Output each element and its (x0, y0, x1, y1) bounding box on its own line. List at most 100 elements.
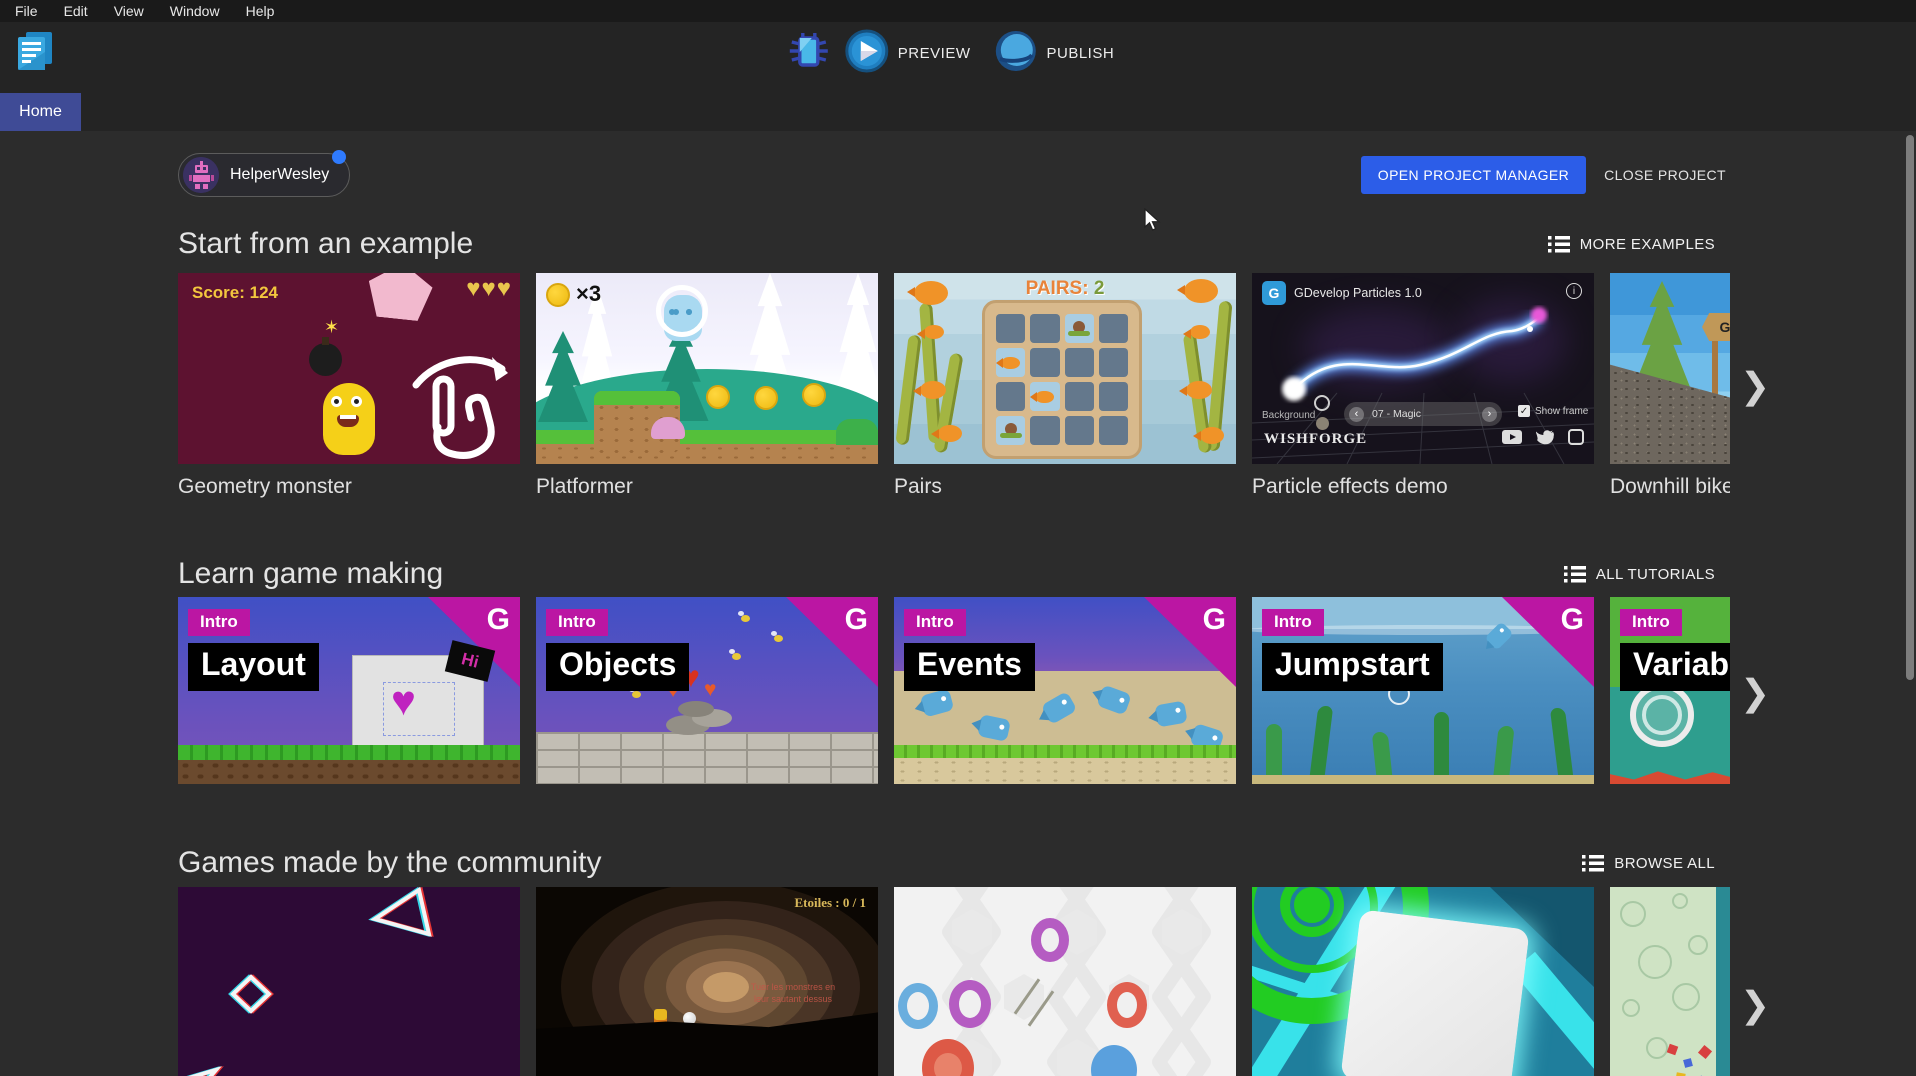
confetti (1675, 1072, 1685, 1076)
community-card-3[interactable] (894, 887, 1236, 1076)
close-project-button[interactable]: CLOSE PROJECT (1600, 156, 1730, 194)
preview-button[interactable]: PREVIEW (898, 45, 971, 62)
avatar (183, 157, 219, 193)
fly (741, 615, 750, 622)
background-swatch-ring (1314, 395, 1330, 411)
chevron-right-icon[interactable]: ❯ (1740, 987, 1770, 1023)
teal-band (1716, 887, 1730, 1076)
ring-character (1630, 683, 1694, 747)
bomb (309, 343, 342, 376)
gdevelop-logo-icon: G (487, 603, 510, 637)
twitter-icon (1536, 430, 1554, 445)
intro-badge: Intro (1620, 609, 1682, 636)
dirt-strip (536, 444, 878, 464)
variables-thumbnail: +1 G Intro Variables (1610, 597, 1730, 784)
page-header: HelperWesley OPEN PROJECT MANAGER CLOSE … (178, 153, 1730, 197)
menu-bar: File Edit View Window Help (0, 0, 1916, 22)
seaweed (1310, 706, 1334, 776)
example-card-geometry-monster[interactable]: Score: 124 ♥♥♥ ✶ Geometry monster (178, 273, 520, 499)
coin-icon (546, 283, 570, 307)
menu-edit[interactable]: Edit (51, 1, 101, 21)
tutorial-card-events[interactable]: G Intro Events (894, 597, 1236, 784)
open-project-manager-button[interactable]: OPEN PROJECT MANAGER (1361, 156, 1586, 194)
tab-home[interactable]: Home (0, 93, 81, 131)
project-manager-icon[interactable] (14, 30, 58, 78)
card-title: Downhill bike (1610, 464, 1730, 499)
hearts-icons: ♥♥♥ (466, 275, 512, 303)
fly (774, 635, 783, 642)
blue-ring (898, 983, 938, 1029)
coin-count: ×3 (576, 281, 601, 307)
bubble (1622, 999, 1640, 1017)
show-frame-label: Show frame (1535, 406, 1588, 417)
seaweed (1266, 724, 1282, 776)
community-card-2[interactable]: Tuer les monstres en leur sautant dessus… (536, 887, 878, 1076)
intro-badge: Intro (546, 609, 608, 636)
fish-sprite (1154, 701, 1187, 728)
publish-globe-icon[interactable] (993, 29, 1037, 78)
more-examples-link[interactable]: MORE EXAMPLES (1548, 235, 1715, 253)
seaweed (1434, 712, 1449, 776)
browse-all-label: BROWSE ALL (1614, 855, 1715, 872)
list-icon (1582, 854, 1604, 872)
example-card-pairs[interactable]: PAIRS: 2 (894, 273, 1236, 499)
publish-button[interactable]: PUBLISH (1046, 45, 1114, 62)
youtube-icon (1502, 430, 1522, 444)
tutorial-card-layout[interactable]: G ♥ Hi Intro Layout (178, 597, 520, 784)
community-card-5[interactable] (1610, 887, 1730, 1076)
tutorial-card-jumpstart[interactable]: G Intro Jumpstart (1252, 597, 1594, 784)
neon-shapes (178, 887, 520, 1076)
browse-all-link[interactable]: BROWSE ALL (1582, 854, 1715, 872)
effect-name: 07 - Magic (1372, 408, 1474, 420)
go-sign: G (1702, 313, 1730, 341)
intro-badge: Intro (1262, 609, 1324, 636)
seaweed (1550, 708, 1573, 776)
debug-icon[interactable] (788, 30, 830, 77)
community-card-1[interactable] (178, 887, 520, 1076)
more-examples-label: MORE EXAMPLES (1580, 236, 1715, 253)
card-title: Platformer (536, 464, 878, 499)
platformer-thumbnail: ×3 (536, 273, 878, 464)
bomb-spark: ✶ (324, 317, 339, 338)
user-name: HelperWesley (230, 166, 329, 184)
enemy-blob (651, 417, 685, 439)
tutorial-card-objects[interactable]: ♥ ♥ ♥ G Intro Objects (536, 597, 878, 784)
menu-view[interactable]: View (101, 1, 157, 21)
downhill-thumbnail: G (1610, 273, 1730, 464)
fire-heart: ♥ (704, 679, 716, 700)
purple-ring (1031, 918, 1069, 962)
user-chip[interactable]: HelperWesley (178, 153, 350, 197)
next-icon: › (1482, 407, 1497, 422)
example-card-downhill-bike[interactable]: G Downhill bike (1610, 273, 1730, 499)
notification-dot (332, 150, 346, 164)
fish (920, 381, 946, 399)
chevron-right-icon[interactable]: ❯ (1740, 368, 1770, 404)
sand-strip (1252, 775, 1594, 784)
tutorial-card-variables[interactable]: +1 G Intro Variables (1610, 597, 1730, 784)
confetti (1683, 1058, 1693, 1068)
gdevelop-logo-icon: G (1561, 603, 1584, 637)
menu-window[interactable]: Window (157, 1, 233, 21)
example-card-particle-effects[interactable]: G GDevelop Particles 1.0 i Background ‹ … (1252, 273, 1594, 499)
chevron-right-icon[interactable]: ❯ (1740, 675, 1770, 711)
all-tutorials-label: ALL TUTORIALS (1596, 566, 1715, 583)
fish (1200, 427, 1224, 444)
layout-thumbnail: G ♥ Hi Intro Layout (178, 597, 520, 784)
preview-play-icon[interactable] (845, 29, 889, 78)
confetti (1667, 1044, 1679, 1056)
bubbles-thumbnail (1610, 887, 1730, 1076)
coin (706, 385, 730, 409)
menu-file[interactable]: File (2, 1, 51, 21)
fish (1186, 381, 1212, 399)
all-tutorials-link[interactable]: ALL TUTORIALS (1564, 565, 1715, 583)
bubble (1672, 983, 1700, 1011)
scrollbar[interactable] (1906, 135, 1914, 680)
mouse-cursor (1143, 208, 1165, 232)
community-card-4[interactable] (1252, 887, 1594, 1076)
checkbox-icon: ✓ (1518, 405, 1530, 417)
dirt-strip (178, 760, 520, 784)
menu-help[interactable]: Help (233, 1, 288, 21)
example-card-platformer[interactable]: ×3 Platformer (536, 273, 878, 499)
studio-logo: WISHFORGE (1264, 431, 1367, 448)
seaweed (1372, 732, 1393, 776)
